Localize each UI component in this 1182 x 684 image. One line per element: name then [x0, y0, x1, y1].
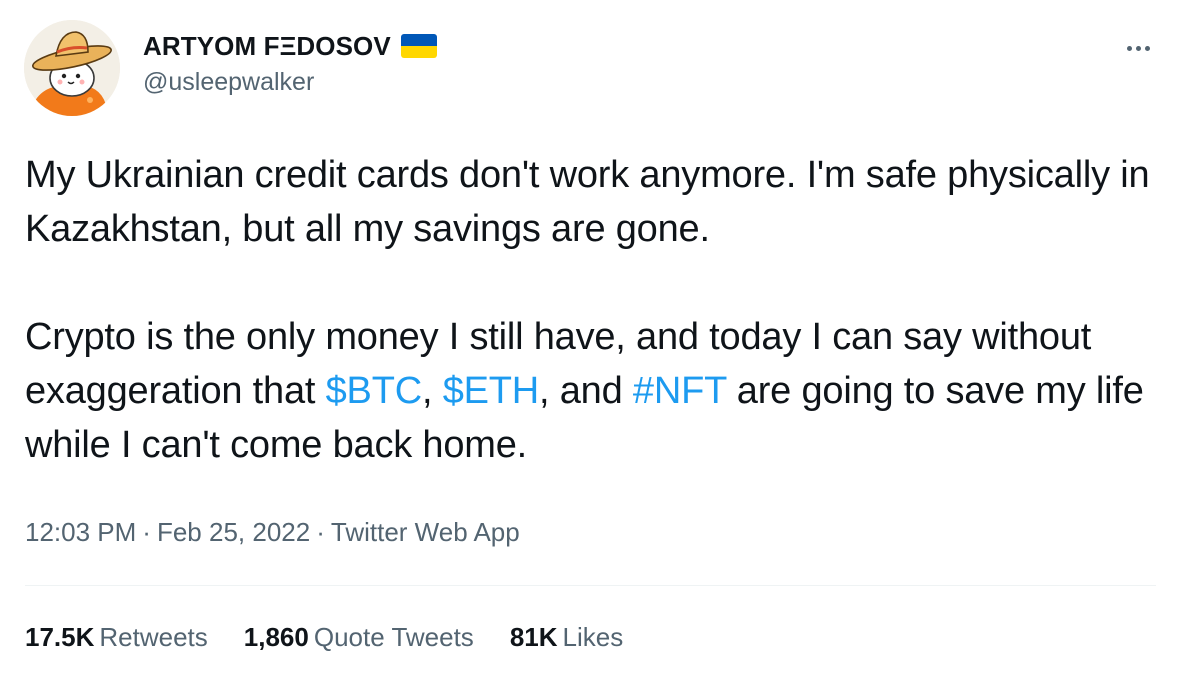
cashtag-btc-link[interactable]: $BTC: [326, 370, 423, 412]
tweet-time[interactable]: 12:03 PM: [25, 517, 136, 547]
cashtag-eth-link[interactable]: $ETH: [443, 370, 540, 412]
tweet-text-segment: ,: [421, 370, 443, 412]
meta-separator: ·: [316, 517, 325, 547]
tweet-text-segment: , and: [539, 370, 633, 412]
tweet-date[interactable]: Feb 25, 2022: [157, 517, 310, 547]
name-row: ARTYOM FΞDOSOV: [143, 30, 437, 62]
ukraine-flag-icon: [400, 34, 437, 58]
likes-count: 81K: [509, 622, 558, 652]
retweets-count: 17.5K: [25, 622, 95, 652]
author-block: ARTYOM FΞDOSOV @usleepwalker: [143, 30, 437, 97]
tweet-stats: 17.5K Retweets 1,860 Quote Tweets 81K Likes: [25, 622, 659, 653]
display-name[interactable]: ARTYOM FΞDOSOV: [143, 31, 391, 62]
avatar[interactable]: [24, 20, 120, 116]
meta-separator: ·: [142, 517, 151, 547]
quote-tweets-label: Quote Tweets: [313, 622, 474, 652]
avatar-image: [24, 20, 120, 116]
user-handle[interactable]: @usleepwalker: [143, 68, 437, 97]
quote-tweets-count: 1,860: [243, 622, 309, 652]
tweet-meta: 12:03 PM · Feb 25, 2022 · Twitter Web App: [25, 517, 520, 548]
likes-stat[interactable]: 81K Likes: [510, 622, 623, 653]
tweet-paragraph-1: My Ukrainian credit cards don't work any…: [25, 154, 1150, 250]
tweet-card: ARTYOM FΞDOSOV @usleepwalker My Ukrainia…: [0, 0, 1182, 684]
quote-tweets-stat[interactable]: 1,860 Quote Tweets: [244, 622, 474, 653]
likes-label: Likes: [562, 622, 624, 652]
divider: [25, 585, 1156, 586]
tweet-source[interactable]: Twitter Web App: [331, 517, 520, 547]
retweets-label: Retweets: [99, 622, 208, 652]
tweet-paragraph-2: Crypto is the only money I still have, a…: [25, 310, 1165, 472]
retweets-stat[interactable]: 17.5K Retweets: [25, 622, 208, 653]
hashtag-nft-link[interactable]: #NFT: [633, 370, 727, 412]
tweet-text: My Ukrainian credit cards don't work any…: [25, 148, 1165, 472]
more-options-icon[interactable]: [1120, 30, 1156, 66]
